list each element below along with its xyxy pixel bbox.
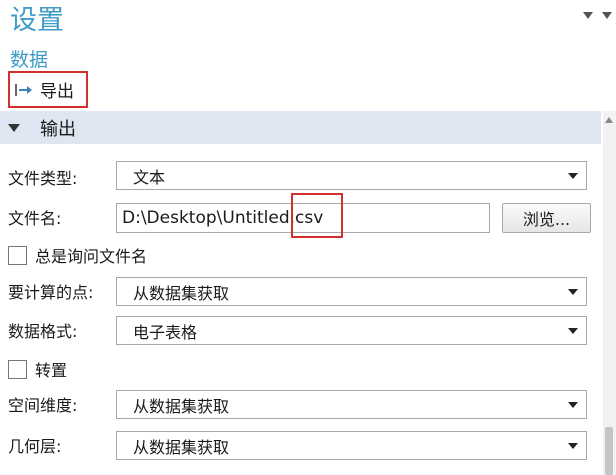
export-arrow-icon xyxy=(15,83,32,96)
geometry-level-value: 从数据集获取 xyxy=(133,437,230,457)
file-type-select[interactable]: 文本 xyxy=(116,161,587,190)
page-title: 设置 xyxy=(10,5,64,36)
page-subtitle: 数据 xyxy=(10,49,49,71)
points-label: 要计算的点: xyxy=(8,283,94,302)
chevron-down-icon xyxy=(568,401,578,408)
space-dimension-select[interactable]: 从数据集获取 xyxy=(116,390,587,419)
chevron-down-icon xyxy=(568,442,578,449)
points-value: 从数据集获取 xyxy=(133,283,230,303)
export-button[interactable]: 导出 xyxy=(8,71,88,108)
file-name-label: 文件名: xyxy=(8,209,62,228)
scrollbar-thumb[interactable] xyxy=(605,427,613,475)
always-ask-row[interactable]: 总是询问文件名 xyxy=(8,243,147,267)
export-label: 导出 xyxy=(40,82,74,102)
always-ask-label: 总是询问文件名 xyxy=(35,247,148,266)
file-type-value: 文本 xyxy=(133,167,166,187)
file-type-label: 文件类型: xyxy=(8,169,78,188)
geometry-level-select[interactable]: 从数据集获取 xyxy=(116,431,587,460)
vertical-scrollbar[interactable] xyxy=(603,111,616,475)
panel-menu-icon[interactable] xyxy=(583,12,593,19)
chevron-down-icon xyxy=(568,172,578,179)
geometry-level-label: 几何层: xyxy=(8,437,62,456)
section-output-header[interactable]: 输出 xyxy=(0,111,601,144)
collapse-triangle-icon[interactable] xyxy=(8,123,20,132)
chevron-down-icon xyxy=(568,288,578,295)
transpose-row[interactable]: 转置 xyxy=(8,357,67,381)
data-format-value: 电子表格 xyxy=(133,322,198,342)
section-output-label: 输出 xyxy=(40,118,76,140)
points-select[interactable]: 从数据集获取 xyxy=(116,277,587,306)
data-format-select[interactable]: 电子表格 xyxy=(116,316,587,345)
chevron-down-icon xyxy=(568,327,578,334)
scroll-up-icon[interactable] xyxy=(605,117,613,123)
space-dimension-label: 空间维度: xyxy=(8,396,78,415)
data-format-label: 数据格式: xyxy=(8,322,78,341)
highlight-box xyxy=(291,193,343,238)
transpose-checkbox[interactable] xyxy=(8,359,27,379)
space-dimension-value: 从数据集获取 xyxy=(133,396,230,416)
transpose-label: 转置 xyxy=(35,361,68,380)
panel-dock-icon[interactable] xyxy=(602,12,612,19)
browse-button[interactable]: 浏览... xyxy=(502,203,591,233)
always-ask-checkbox[interactable] xyxy=(8,245,27,265)
